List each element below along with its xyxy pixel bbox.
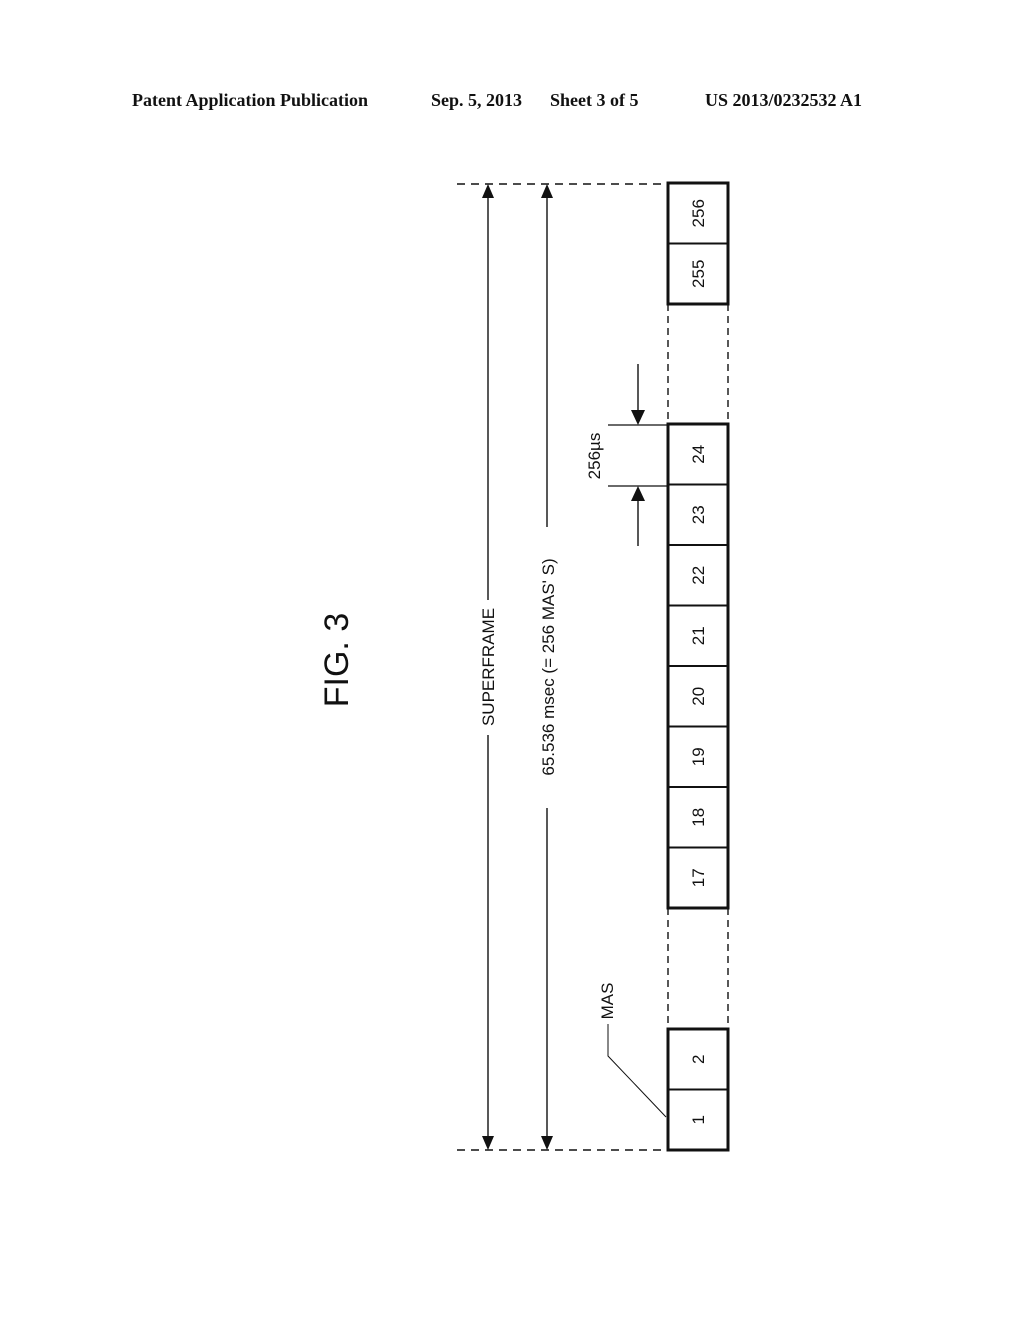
mas-callout-leader-line <box>607 1024 667 1118</box>
superframe-arrow-down-icon <box>482 1136 494 1150</box>
figure-title: FIG. 3 <box>318 613 356 707</box>
mas-slot-number: 17 <box>689 868 708 887</box>
duration-label: 65.536 msec (= 256 MAS' S) <box>539 558 558 775</box>
duration-arrow-down-icon <box>541 1136 553 1150</box>
mas-duration-label: 256µs <box>585 433 604 480</box>
superframe-arrow-up-icon <box>482 184 494 198</box>
mas-slot-number: 23 <box>689 505 708 524</box>
mas-slot-number: 1 <box>689 1115 708 1124</box>
mas-width-arrow-down-icon <box>631 410 645 425</box>
slot-group: 12 <box>666 1027 730 1152</box>
superframe-label: SUPERFRAME <box>479 608 498 726</box>
mas-slot-number: 2 <box>689 1055 708 1064</box>
mas-slot-number: 19 <box>689 747 708 766</box>
mas-callout-label: MAS <box>598 983 617 1020</box>
mas-slot-number: 20 <box>689 687 708 706</box>
superframe-diagram: FIG. 3 SUPERFRAME 65.536 msec (= 256 MAS… <box>318 181 730 1152</box>
mas-slot-number: 255 <box>689 260 708 288</box>
slot-group: 17 18 19 20 21 22 23 24 <box>666 422 730 910</box>
mas-slot-strip: 121718192021222324255256 <box>666 181 730 1152</box>
mas-slot-number: 24 <box>689 445 708 464</box>
duration-arrow-up-icon <box>541 184 553 198</box>
mas-width-arrow-up-icon <box>631 486 645 501</box>
mas-slot-number: 18 <box>689 808 708 827</box>
mas-slot-number: 21 <box>689 626 708 645</box>
mas-slot-number: 256 <box>689 199 708 227</box>
mas-slot-number: 22 <box>689 566 708 585</box>
slot-group: 255 256 <box>666 181 730 306</box>
